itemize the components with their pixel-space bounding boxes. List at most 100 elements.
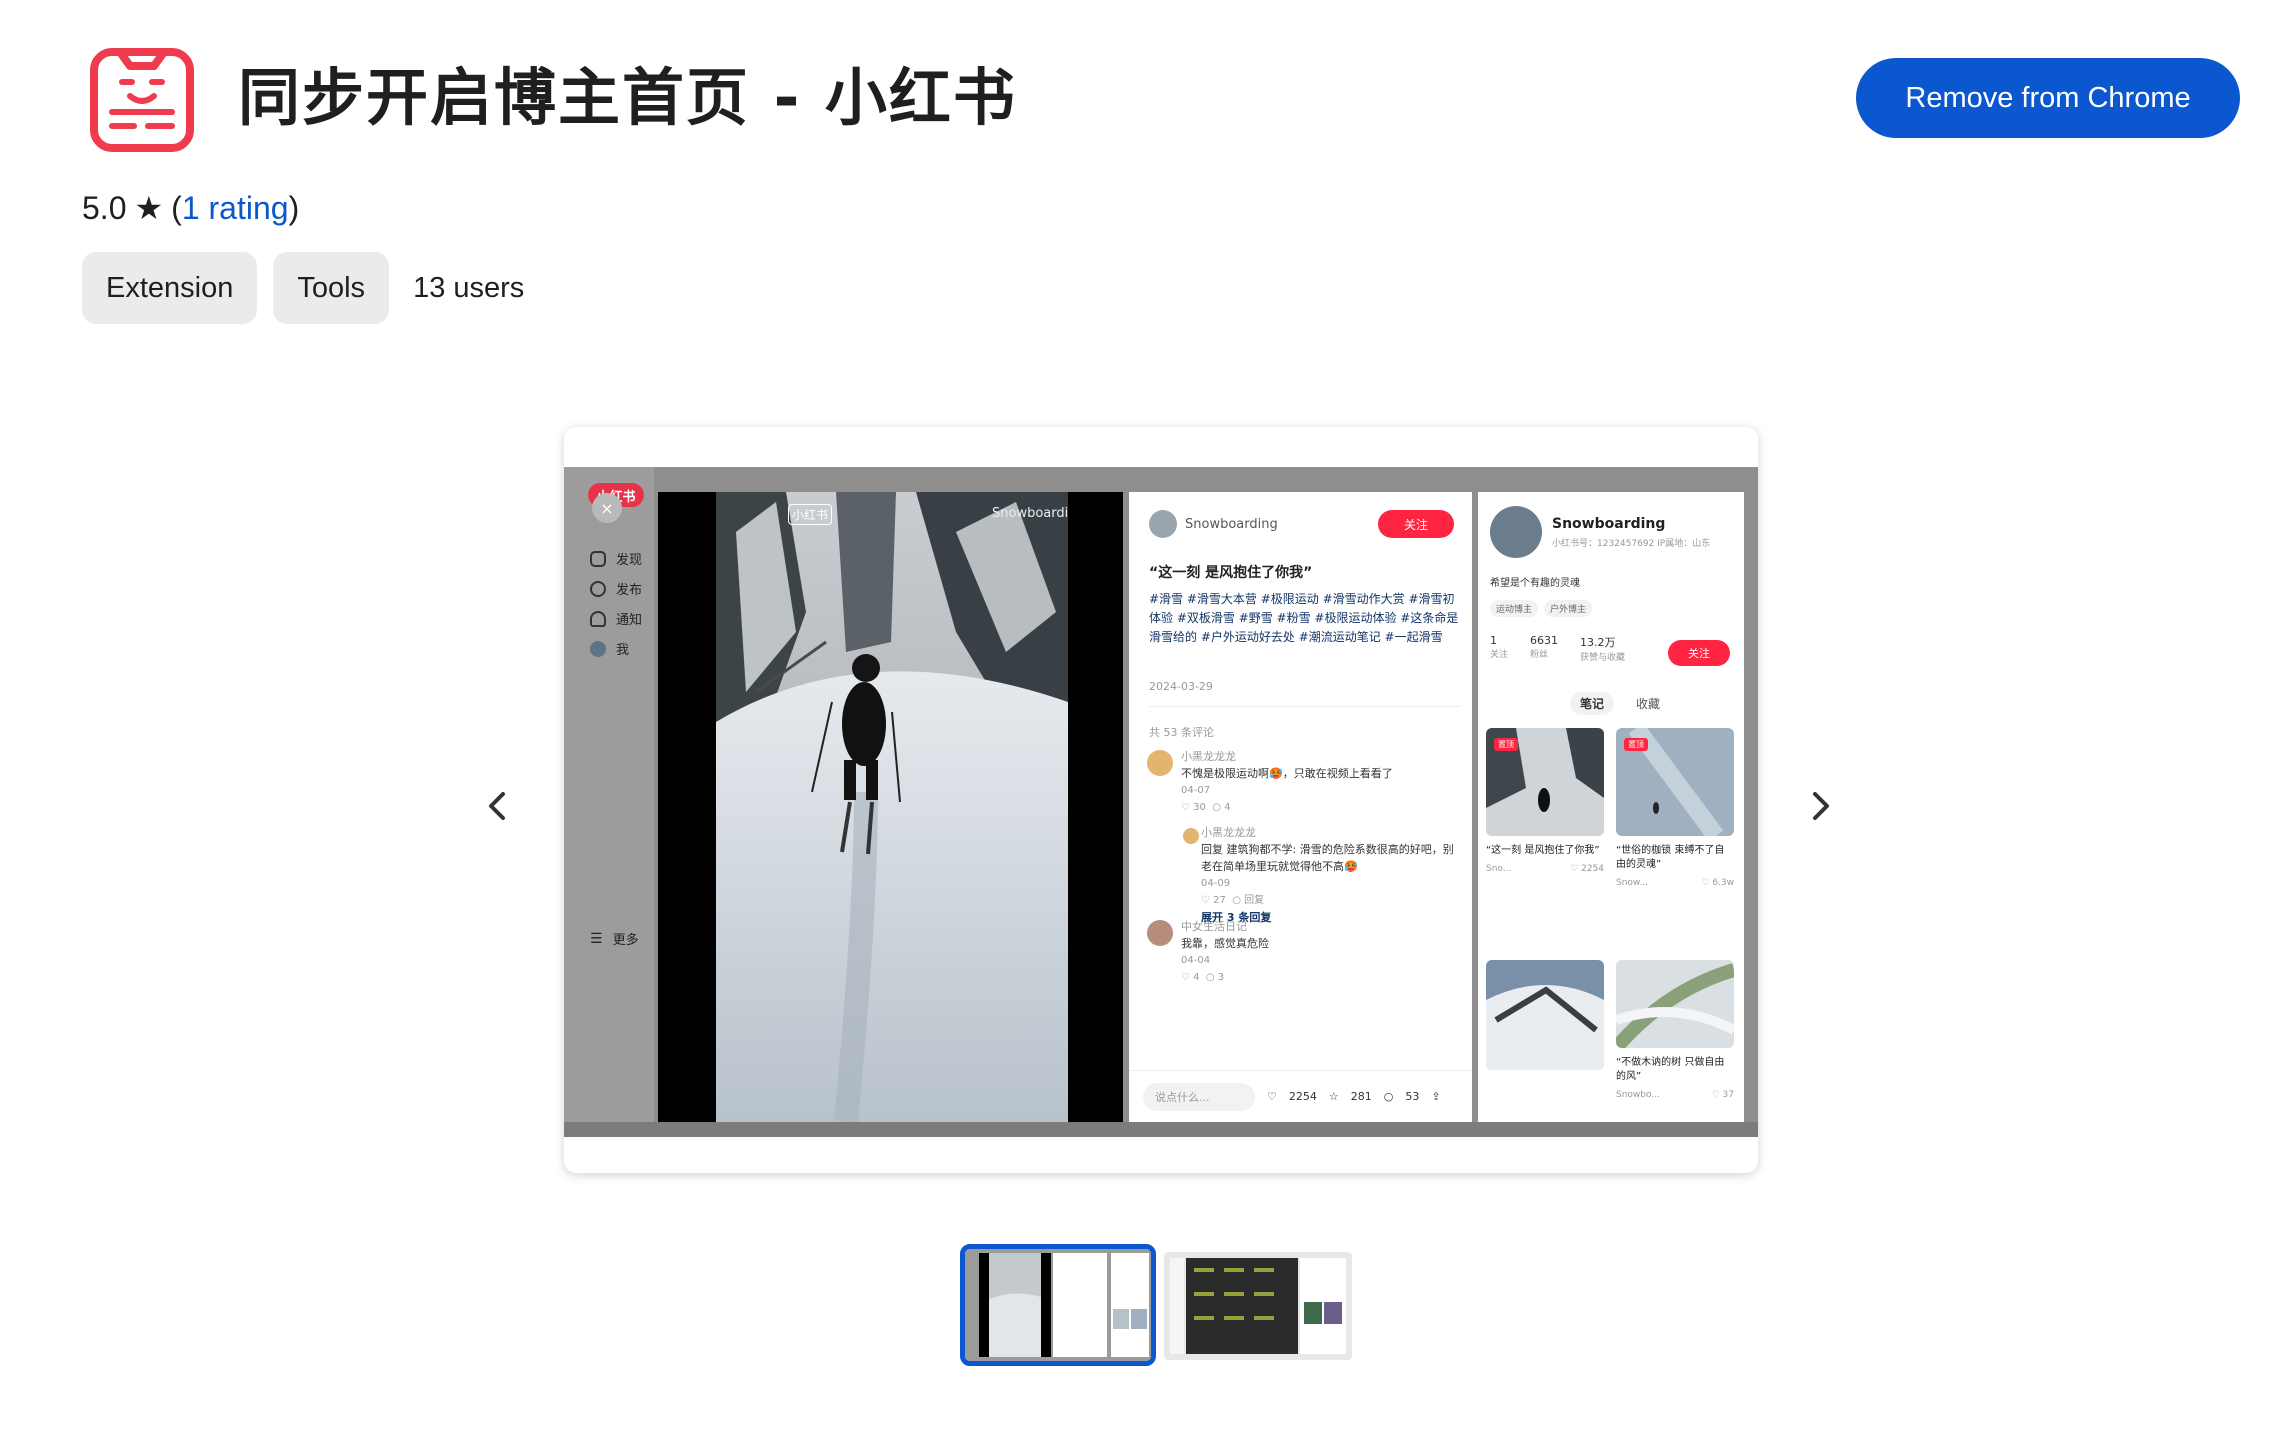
note-image (1616, 960, 1734, 1048)
author-name: Snowboarding (1185, 516, 1278, 532)
carousel-prev-button[interactable] (470, 778, 526, 834)
note-caption: “这一刻 是风抱住了你我” (1486, 845, 1600, 856)
post-date: 2024-03-29 (1149, 680, 1213, 693)
home-icon (590, 550, 606, 567)
nav-label: 发布 (616, 583, 643, 598)
screenshot-frame: 小红书 × 发现 发布 通知 我 ☰ 更多 (564, 427, 1758, 1173)
comment-reply: 小黑龙龙龙 回复 建筑狗都不学: 滑雪的危险系数很高的好吧，别老在简单场里玩就觉… (1201, 824, 1461, 926)
stat-value: 13.2万 (1580, 636, 1616, 649)
comment-replies: 4 (1224, 802, 1231, 813)
chip-tools[interactable]: Tools (273, 252, 390, 324)
stat-label: 粉丝 (1530, 650, 1549, 660)
nav-label: 更多 (612, 933, 639, 948)
menu-icon: ☰ (590, 930, 603, 947)
comment-date: 04-09 (1201, 878, 1231, 889)
follow-button: 关注 (1378, 510, 1454, 538)
avatar (1183, 828, 1199, 844)
profile-bio: 希望是个有趣的灵魂 (1490, 578, 1580, 589)
profile-tabs: 笔记 收藏 (1570, 692, 1660, 715)
note-author: Snowbo... (1616, 1090, 1660, 1100)
close-icon: × (592, 493, 622, 523)
avatar (590, 640, 606, 657)
nav-label: 我 (616, 643, 630, 658)
collect-count: 281 (1350, 1090, 1372, 1103)
nav-notify: 通知 (590, 609, 642, 628)
pinned-badge: 置顶 (1624, 738, 1648, 751)
rating-open-paren: ( (171, 190, 182, 226)
comment-date: 04-07 (1181, 785, 1211, 796)
thumbnail-1[interactable] (960, 1244, 1156, 1366)
avatar (1490, 506, 1542, 558)
comment-likes: 27 (1213, 895, 1226, 906)
note-image (1486, 960, 1604, 1070)
nav-publish: 发布 (590, 579, 642, 598)
comment-author: 小黑龙龙龙 (1201, 826, 1256, 839)
nav-discover: 发现 (590, 549, 642, 568)
profile-header: Snowboarding 小红书号：1232457692 IP属地：山东 (1490, 506, 1710, 558)
note-likes: 6.3w (1712, 878, 1734, 888)
note-author: Snow... (1616, 878, 1649, 888)
comment: 小黑龙龙龙 不愧是极限运动啊🥵，只敢在视频上看看了 04-07 ♡ 30 ○ 4 (1181, 748, 1461, 816)
avatar (1147, 750, 1173, 776)
category-chips: Extension Tools 13 users (82, 252, 524, 324)
nav-label: 发现 (616, 553, 643, 568)
share-icon: ⇪ (1431, 1090, 1441, 1103)
ski-video-frame: 小红书 Snowboarding (716, 492, 1068, 1122)
profile-id: 小红书号：1232457692 IP属地：山东 (1552, 538, 1711, 549)
heart-icon: ♡ (1267, 1090, 1277, 1103)
divider (1149, 706, 1461, 707)
post-title: “这一刻 是风抱住了你我” (1149, 565, 1313, 581)
star-icon: ★ (134, 190, 164, 226)
comment-icon: ○ (1383, 1090, 1394, 1103)
note-author: Sno... (1486, 864, 1512, 874)
note-card (1486, 960, 1604, 1070)
comment-replies: 3 (1217, 972, 1225, 983)
post-tags: #滑雪 #滑雪大本营 #极限运动 #滑雪动作大赏 #滑雪初体验 #双板滑雪 #野… (1149, 592, 1459, 644)
stat-value: 1 (1490, 634, 1497, 647)
app-icon (90, 48, 194, 152)
comment-likes: 4 (1193, 972, 1200, 983)
video-logo-label: 小红书 (788, 504, 833, 525)
rating-score: 5.0 (82, 190, 127, 226)
background-feed-strip (564, 1122, 1758, 1137)
video-watermark: Snowboarding (992, 506, 1068, 521)
thumbnail-2[interactable] (1164, 1252, 1352, 1360)
tab-collections: 收藏 (1636, 697, 1661, 711)
nav-more: ☰ 更多 (590, 929, 639, 949)
bell-icon (590, 610, 606, 627)
profile-tag: 运动博主 (1490, 600, 1539, 617)
plus-icon (590, 580, 606, 597)
comment-replies: 回复 (1244, 895, 1265, 906)
post-author: Snowboarding (1149, 510, 1278, 538)
xiaohongshu-face-icon (90, 48, 194, 152)
xhs-sidebar: 小红书 × 发现 发布 通知 我 ☰更多 (564, 467, 654, 1137)
comment-text: 回复 建筑狗都不学: 滑雪的危险系数很高的好吧，别老在简单场里玩就觉得他不高🥵 (1201, 843, 1454, 873)
profile-follow-button: 关注 (1668, 640, 1730, 666)
comment: 中女生活日记 我靠，感觉真危险 04-04 ♡ 4 ○ 3 (1181, 918, 1461, 986)
note-likes: 2254 (1581, 864, 1604, 874)
comment-count: 共 53 条评论 (1149, 726, 1214, 739)
comment-text: 不愧是极限运动啊🥵，只敢在视频上看看了 (1181, 767, 1393, 780)
comment-input: 说点什么... (1143, 1082, 1255, 1111)
rating-summary: 5.0 ★ (1 rating) (82, 186, 299, 230)
chip-extension[interactable]: Extension (82, 252, 258, 324)
stat-label: 获赞与收藏 (1580, 653, 1626, 663)
comment-text: 我靠，感觉真危险 (1181, 937, 1269, 950)
rating-count-link[interactable]: 1 rating (182, 190, 289, 226)
avatar (1149, 510, 1177, 538)
comment-likes: 30 (1193, 802, 1206, 813)
note-image: 置顶 (1616, 728, 1734, 836)
remove-from-chrome-button[interactable]: Remove from Chrome (1856, 58, 2240, 138)
comment-total: 53 (1405, 1090, 1420, 1103)
tab-notes: 笔记 (1570, 692, 1615, 715)
video-player: 小红书 Snowboarding (658, 492, 1123, 1122)
comment-author: 小黑龙龙龙 (1181, 750, 1236, 763)
star-icon: ☆ (1328, 1090, 1339, 1103)
note-likes: 37 (1722, 1090, 1734, 1100)
pinned-badge: 置顶 (1494, 738, 1518, 751)
profile-tag: 户外博主 (1544, 600, 1593, 617)
nav-label: 通知 (616, 613, 643, 628)
user-count: 13 users (413, 271, 525, 304)
carousel-next-button[interactable] (1792, 778, 1848, 834)
note-card: 置顶 “世俗的枷锁 束缚不了自由的灵魂” Snow... ♡ 6.3w (1616, 728, 1734, 888)
